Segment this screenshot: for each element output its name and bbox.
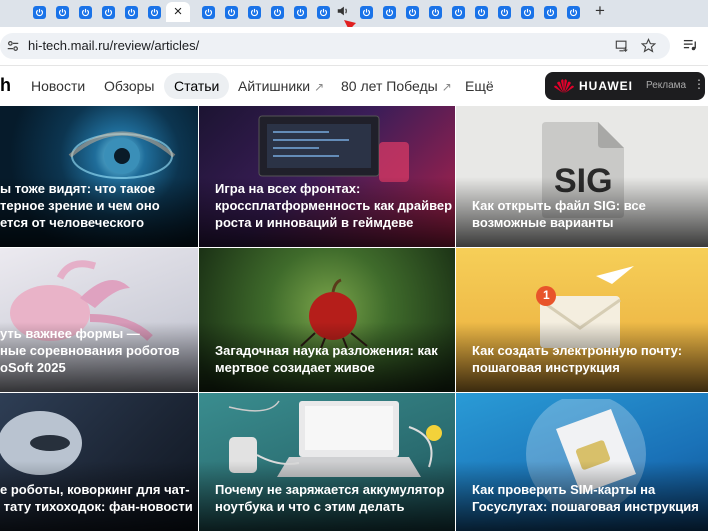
browser-tab[interactable] (98, 2, 118, 22)
article-title[interactable]: Игра на всех фронтах: кроссплатформеннос… (215, 180, 452, 231)
browser-tab[interactable] (290, 2, 310, 22)
external-link-icon: ↗ (441, 80, 452, 94)
article-card[interactable]: 1 Как создать электронную почту: пошагов… (456, 248, 708, 392)
site-favicon-icon (520, 5, 534, 19)
nav-victory-80[interactable]: 80 лет Победы ↗ (341, 78, 452, 94)
article-title[interactable]: Как проверить SIM-карты на Госуслугах: п… (472, 481, 699, 515)
browser-tab[interactable] (221, 2, 241, 22)
site-favicon-icon (101, 5, 115, 19)
article-title[interactable]: уть важнее формы — ные соревнования робо… (0, 325, 186, 376)
site-favicon-icon (382, 5, 396, 19)
browser-tab[interactable] (244, 2, 264, 22)
nav-more[interactable]: Ещё (465, 78, 494, 94)
site-favicon-icon (543, 5, 557, 19)
site-favicon-icon (270, 5, 284, 19)
browser-tab[interactable] (471, 2, 491, 22)
site-favicon-icon (247, 5, 261, 19)
article-card[interactable]: уть важнее формы — ные соревнования робо… (0, 248, 198, 392)
browser-tab[interactable] (52, 2, 72, 22)
browser-tab[interactable] (144, 2, 164, 22)
tab-strip: × + (0, 0, 708, 27)
notification-badge: 1 (543, 288, 550, 302)
site-favicon-icon (474, 5, 488, 19)
external-link-icon: ↗ (314, 80, 325, 94)
article-card[interactable]: е роботы, коворкинг для чат- тату тихохо… (0, 393, 198, 531)
site-info-icon[interactable] (6, 39, 20, 53)
new-tab-button[interactable]: + (590, 1, 610, 21)
browser-tab[interactable] (494, 2, 514, 22)
article-title[interactable]: Почему не заряжается аккумулятор ноутбук… (215, 481, 444, 515)
site-navigation: h Новости Обзоры Статьи Айтишники ↗ 80 ле… (0, 66, 708, 106)
nav-it-people[interactable]: Айтишники ↗ (238, 78, 324, 94)
browser-tab[interactable] (198, 2, 218, 22)
browser-tab[interactable] (356, 2, 376, 22)
media-controls-icon[interactable] (683, 38, 697, 52)
huawei-logo-icon (554, 79, 574, 93)
site-favicon-icon (32, 5, 46, 19)
article-card[interactable]: Как проверить SIM-карты на Госуслугах: п… (456, 393, 708, 531)
site-favicon-icon (359, 5, 373, 19)
article-title[interactable]: Загадочная наука разложения: как мертвое… (215, 342, 443, 376)
browser-tab[interactable] (75, 2, 95, 22)
close-tab-button[interactable]: × (166, 2, 190, 22)
article-card[interactable]: Игра на всех фронтах: кроссплатформеннос… (199, 106, 455, 247)
site-favicon-icon (451, 5, 465, 19)
site-favicon-icon (293, 5, 307, 19)
site-favicon-icon (124, 5, 138, 19)
browser-tab[interactable] (540, 2, 560, 22)
nav-reviews[interactable]: Обзоры (104, 78, 155, 94)
site-logo[interactable]: h (0, 75, 11, 96)
site-favicon-icon (497, 5, 511, 19)
site-favicon-icon (405, 5, 419, 19)
browser-toolbar: hi-tech.mail.ru/review/articles/ (0, 27, 708, 66)
huawei-ad[interactable]: HUAWEI Реклама ⋮ (545, 72, 705, 100)
browser-tab[interactable] (425, 2, 445, 22)
ad-label: Реклама (646, 80, 687, 91)
site-favicon-icon (55, 5, 69, 19)
article-card[interactable]: ы тоже видят: что такое терное зрение и … (0, 106, 198, 247)
site-favicon-icon (147, 5, 161, 19)
browser-tab[interactable] (379, 2, 399, 22)
browser-tab[interactable] (563, 2, 583, 22)
site-favicon-icon (566, 5, 580, 19)
site-favicon-icon (316, 5, 330, 19)
browser-tab[interactable] (121, 2, 141, 22)
url-text[interactable]: hi-tech.mail.ru/review/articles/ (28, 38, 199, 53)
article-title[interactable]: Как создать электронную почту: пошаговая… (472, 342, 696, 376)
address-bar[interactable]: hi-tech.mail.ru/review/articles/ (0, 33, 670, 59)
install-app-icon[interactable] (615, 39, 629, 53)
browser-tab[interactable] (402, 2, 422, 22)
article-card[interactable]: SIG Как открыть файл SIG: все возможные … (456, 106, 708, 247)
nav-news[interactable]: Новости (31, 78, 85, 94)
speaker-icon[interactable] (336, 4, 350, 18)
site-favicon-icon (201, 5, 215, 19)
ad-brand: HUAWEI (579, 79, 633, 93)
article-title[interactable]: Как открыть файл SIG: все возможные вари… (472, 197, 696, 231)
ad-menu-icon[interactable]: ⋮ (693, 77, 705, 91)
site-favicon-icon (78, 5, 92, 19)
bookmark-star-icon[interactable] (641, 38, 656, 53)
article-card[interactable]: Почему не заряжается аккумулятор ноутбук… (199, 393, 455, 531)
article-title[interactable]: е роботы, коворкинг для чат- тату тихохо… (0, 481, 193, 515)
site-favicon-icon (428, 5, 442, 19)
article-card[interactable]: Загадочная наука разложения: как мертвое… (199, 248, 455, 392)
browser-tab[interactable] (448, 2, 468, 22)
site-favicon-icon (224, 5, 238, 19)
browser-tab[interactable] (267, 2, 287, 22)
browser-tab[interactable] (313, 2, 333, 22)
browser-tab[interactable] (517, 2, 537, 22)
browser-tab[interactable] (29, 2, 49, 22)
nav-articles[interactable]: Статьи (164, 73, 230, 99)
article-title[interactable]: ы тоже видят: что такое терное зрение и … (0, 180, 186, 231)
